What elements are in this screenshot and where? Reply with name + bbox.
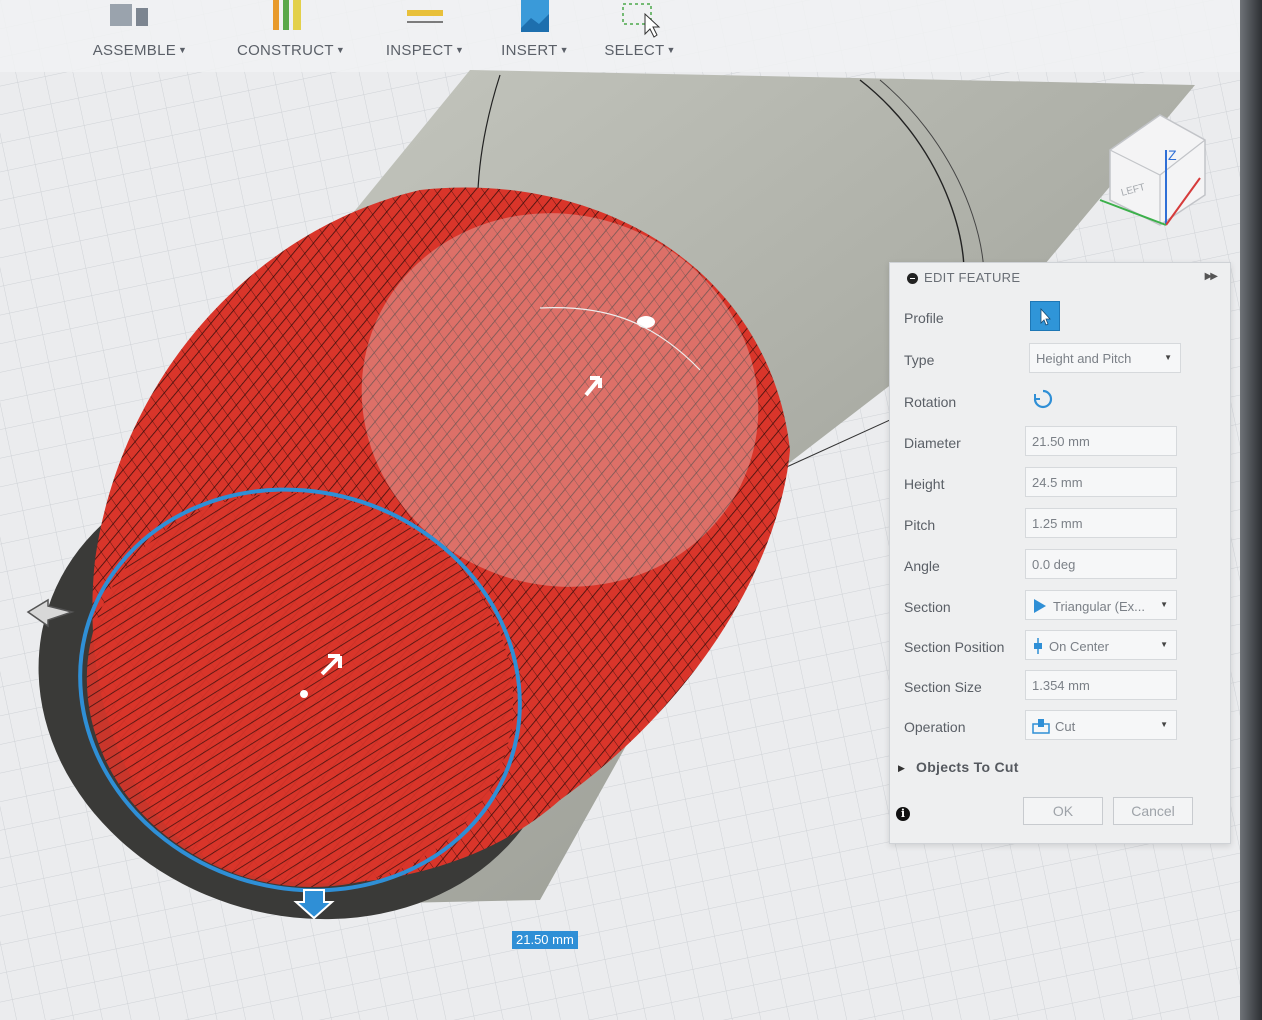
collapse-icon[interactable] [907, 273, 918, 284]
type-label: Type [904, 352, 935, 368]
toolbar-insert-label: INSERT [501, 42, 558, 59]
toolbar-construct[interactable]: CONSTRUCT ▼ [235, 0, 347, 75]
rotation-handle[interactable] [637, 316, 655, 328]
info-icon[interactable]: i [896, 807, 910, 821]
operation-value: Cut [1055, 719, 1076, 734]
row-section-position: Section Position On Center ▼ [890, 630, 1230, 664]
section-label: Section [904, 599, 951, 615]
center-position-icon [1034, 638, 1042, 654]
viewcube-z-label: Z [1168, 147, 1177, 163]
toolbar-select-label: SELECT [604, 42, 665, 59]
chevron-down-icon: ▼ [1164, 353, 1172, 362]
toolbar-assemble-label: ASSEMBLE [92, 42, 177, 59]
objects-to-cut-label: Objects To Cut [916, 759, 1019, 775]
diameter-label: Diameter [904, 435, 961, 451]
diameter-field[interactable]: 21.50 mm [1025, 426, 1177, 456]
height-field[interactable]: 24.5 mm [1025, 467, 1177, 497]
chevron-down-icon: ▼ [1160, 600, 1168, 609]
construct-icon [273, 0, 301, 30]
section-position-label: Section Position [904, 639, 1005, 655]
inspect-icon [407, 10, 443, 23]
row-rotation: Rotation [890, 385, 1230, 419]
height-label: Height [904, 476, 945, 492]
insert-image-icon [521, 0, 549, 32]
section-value: Triangular (Ex... [1053, 599, 1145, 614]
cut-icon [1032, 719, 1050, 734]
angle-label: Angle [904, 558, 940, 574]
row-type: Type Height and Pitch ▼ [890, 343, 1230, 377]
select-window-icon [622, 3, 661, 38]
toolbar-select[interactable]: SELECT ▼ [600, 0, 680, 75]
chevron-down-icon: ▼ [1160, 720, 1168, 729]
section-position-value: On Center [1049, 639, 1109, 654]
section-size-field[interactable]: 1.354 mm [1025, 670, 1177, 700]
rotation-label: Rotation [904, 394, 957, 410]
pitch-field[interactable]: 1.25 mm [1025, 508, 1177, 538]
cancel-button[interactable]: Cancel [1113, 797, 1193, 825]
row-section-size: Section Size 1.354 mm [890, 670, 1230, 704]
row-pitch: Pitch 1.25 mm [890, 508, 1230, 542]
toolbar-inspect-label: INSPECT [385, 42, 453, 59]
row-profile: Profile [890, 301, 1230, 335]
profile-select-button[interactable] [1030, 301, 1060, 331]
toolbar-insert[interactable]: INSERT ▼ [495, 0, 575, 75]
panel-footer: i OK Cancel [890, 791, 1230, 831]
type-dropdown[interactable]: Height and Pitch ▼ [1029, 343, 1181, 373]
rotate-icon[interactable] [1032, 388, 1054, 410]
panel-header: EDIT FEATURE ▶▶ [890, 263, 1230, 293]
row-height: Height 24.5 mm [890, 467, 1230, 501]
section-size-label: Section Size [904, 679, 982, 695]
profile-label: Profile [904, 310, 944, 326]
toolbar-inspect[interactable]: INSPECT ▼ [380, 0, 470, 75]
row-angle: Angle 0.0 deg [890, 549, 1230, 583]
chevron-down-icon: ▼ [1160, 640, 1168, 649]
operation-label: Operation [904, 719, 966, 735]
operation-dropdown[interactable]: Cut ▼ [1025, 710, 1177, 740]
type-value: Height and Pitch [1036, 351, 1132, 366]
center-point [300, 690, 308, 698]
assemble-icon [110, 4, 148, 26]
triangle-section-icon [1034, 599, 1046, 613]
section-dropdown[interactable]: Triangular (Ex... ▼ [1025, 590, 1177, 620]
expand-triangle-icon: ▶ [898, 763, 905, 773]
objects-to-cut-section[interactable]: ▶ Objects To Cut [890, 757, 1230, 781]
toolbar-construct-label: CONSTRUCT [236, 42, 334, 59]
angle-field[interactable]: 0.0 deg [1025, 549, 1177, 579]
cursor-select-icon [1040, 307, 1051, 326]
ok-button[interactable]: OK [1023, 797, 1103, 825]
pitch-label: Pitch [904, 517, 936, 533]
edit-feature-panel: EDIT FEATURE ▶▶ Profile Type Height and … [889, 262, 1231, 844]
monitor-bezel [1240, 0, 1262, 1020]
row-operation: Operation Cut ▼ [890, 710, 1230, 744]
toolbar-assemble[interactable]: ASSEMBLE ▼ [85, 0, 195, 75]
row-diameter: Diameter 21.50 mm [890, 426, 1230, 460]
panel-title: EDIT FEATURE [924, 270, 1021, 285]
dimension-input[interactable]: 21.50 mm [512, 931, 578, 949]
expand-panel-icon[interactable]: ▶▶ [1205, 271, 1218, 282]
row-section: Section Triangular (Ex... ▼ [890, 590, 1230, 624]
section-position-dropdown[interactable]: On Center ▼ [1025, 630, 1177, 660]
